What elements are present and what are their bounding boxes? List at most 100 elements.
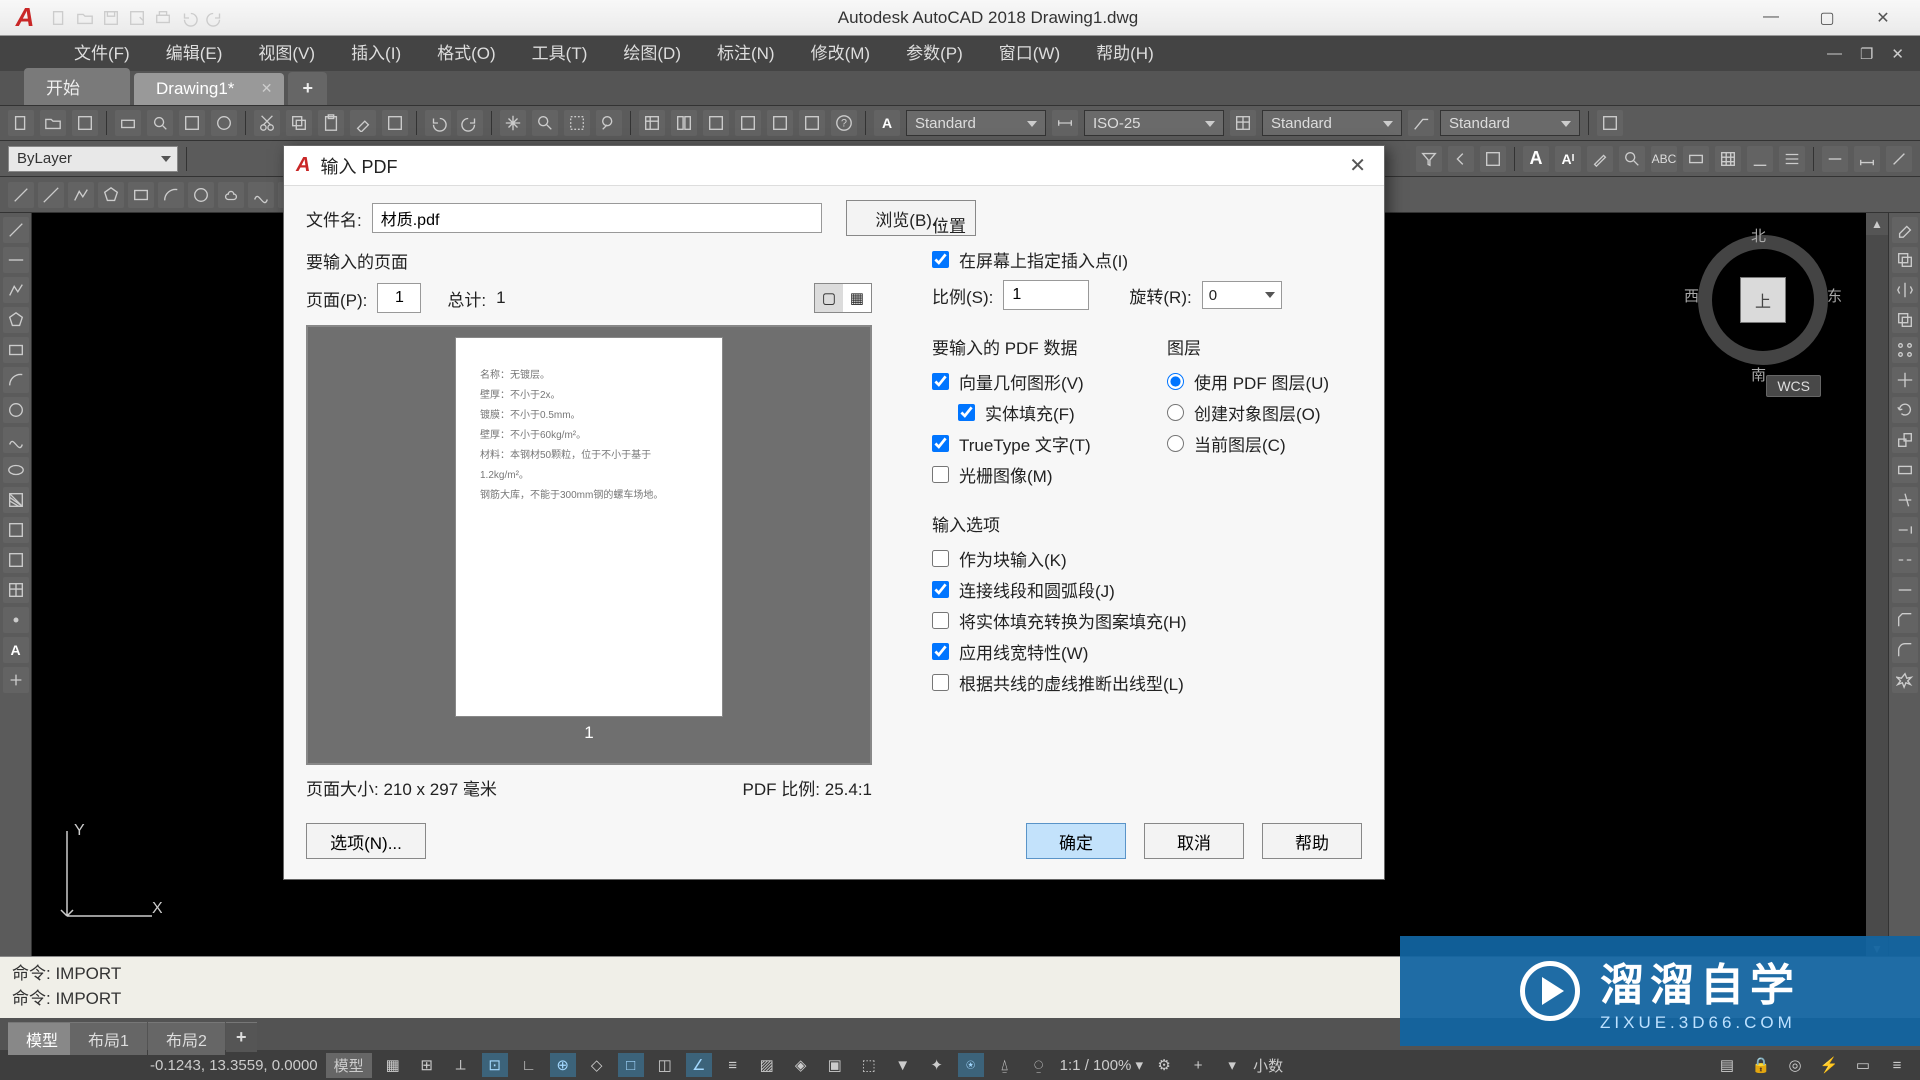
redo2-icon[interactable] <box>457 110 483 136</box>
mdi-minimize[interactable]: — <box>1823 45 1846 63</box>
sheetset-icon[interactable] <box>735 110 761 136</box>
grid-toggle-icon[interactable]: ▦ <box>380 1053 406 1077</box>
table-style-combo[interactable]: Standard <box>1262 110 1402 136</box>
array-icon[interactable] <box>1892 337 1918 363</box>
iso-icon[interactable]: ◇ <box>584 1053 610 1077</box>
menu-help[interactable]: 帮助(H) <box>1078 36 1172 71</box>
undo-icon[interactable] <box>178 7 200 29</box>
print-icon[interactable] <box>115 110 141 136</box>
point-icon[interactable] <box>3 607 29 633</box>
dim-style-combo[interactable]: ISO-25 <box>1084 110 1224 136</box>
mdi-close[interactable]: ✕ <box>1887 45 1908 63</box>
textscale-icon[interactable] <box>1747 146 1773 172</box>
qnew-icon[interactable] <box>8 110 34 136</box>
maximize-button[interactable]: ▢ <box>1806 8 1848 28</box>
quickcalc-icon[interactable] <box>799 110 825 136</box>
layout-tab-1[interactable]: 布局1 <box>70 1022 147 1055</box>
dimlinear-icon[interactable] <box>1854 146 1880 172</box>
zoom-prev-icon[interactable] <box>596 110 622 136</box>
annoscale-icon[interactable]: ⍟ <box>958 1053 984 1077</box>
as-block-checkbox[interactable] <box>932 550 949 567</box>
lwdisplay-icon[interactable]: ≡ <box>720 1053 746 1077</box>
filter-icon[interactable]: ▼ <box>890 1053 916 1077</box>
gizmo-icon[interactable]: ✦ <box>924 1053 950 1077</box>
arc-tool-icon[interactable] <box>158 182 184 208</box>
rotate-icon[interactable] <box>1892 397 1918 423</box>
annovisibility-icon[interactable]: ⍙ <box>992 1053 1018 1077</box>
line-tool-icon[interactable] <box>8 182 34 208</box>
selcycle-icon[interactable]: ◈ <box>788 1053 814 1077</box>
layer-combo[interactable]: ByLayer <box>8 146 178 172</box>
dialog-close-icon[interactable]: ✕ <box>1343 153 1372 178</box>
open2-icon[interactable] <box>40 110 66 136</box>
move-icon[interactable] <box>1892 367 1918 393</box>
trim-icon[interactable] <box>1892 487 1918 513</box>
edtext-icon[interactable] <box>1587 146 1613 172</box>
spline2-icon[interactable] <box>3 427 29 453</box>
plot-icon[interactable] <box>152 7 174 29</box>
blockeditor-icon[interactable] <box>382 110 408 136</box>
copy-icon[interactable] <box>286 110 312 136</box>
scroll-up-icon[interactable]: ▲ <box>1866 213 1888 235</box>
help-button[interactable]: 帮助 <box>1262 823 1362 859</box>
create-obj-layers-radio[interactable] <box>1167 404 1184 421</box>
xline-tool-icon[interactable] <box>38 182 64 208</box>
scroll-thumb[interactable] <box>1866 235 1888 938</box>
menu-tools[interactable]: 工具(T) <box>514 36 606 71</box>
transparency-icon[interactable]: ▨ <box>754 1053 780 1077</box>
dialog-titlebar[interactable]: A 输入 PDF ✕ <box>284 146 1384 186</box>
hatch-checkbox[interactable] <box>932 612 949 629</box>
spell-icon[interactable]: ABC <box>1651 146 1677 172</box>
status-mode[interactable]: 模型 <box>326 1053 372 1078</box>
cleanscreen-icon[interactable]: ▭ <box>1850 1053 1876 1077</box>
find-icon[interactable] <box>1619 146 1645 172</box>
close-button[interactable]: ✕ <box>1862 8 1904 28</box>
open-icon[interactable] <box>74 7 96 29</box>
units-icon[interactable]: ▾ <box>1219 1053 1245 1077</box>
current-layer-radio[interactable] <box>1167 435 1184 452</box>
dcenter-icon[interactable] <box>671 110 697 136</box>
break-icon[interactable] <box>1892 547 1918 573</box>
tab-new[interactable]: + <box>288 72 327 105</box>
viewcube-west[interactable]: 西 <box>1684 285 1699 306</box>
chamfer-icon[interactable] <box>1892 607 1918 633</box>
polar-icon[interactable]: ⊕ <box>550 1053 576 1077</box>
mtext-icon[interactable]: A <box>1523 146 1549 172</box>
truetype-checkbox[interactable] <box>932 435 949 452</box>
line-icon[interactable] <box>3 217 29 243</box>
pan-icon[interactable] <box>500 110 526 136</box>
mirror-icon[interactable] <box>1892 277 1918 303</box>
region-icon[interactable] <box>3 547 29 573</box>
layer-filter-icon[interactable] <box>1416 146 1442 172</box>
pline-tool-icon[interactable] <box>68 182 94 208</box>
viewcube-face[interactable]: 上 <box>1740 277 1786 323</box>
options-button[interactable]: 选项(N)... <box>306 823 426 859</box>
tab-close-icon[interactable]: ✕ <box>261 80 273 97</box>
dimension-icon[interactable] <box>1822 146 1848 172</box>
justify-icon[interactable] <box>1779 146 1805 172</box>
mdi-restore[interactable]: ❐ <box>1856 45 1877 63</box>
layout-tab-2[interactable]: 布局2 <box>148 1022 225 1055</box>
hatch-icon[interactable] <box>3 487 29 513</box>
zoom-realtime-icon[interactable] <box>532 110 558 136</box>
viewcube-south[interactable]: 南 <box>1751 364 1766 385</box>
pline2-icon[interactable] <box>3 277 29 303</box>
menu-format[interactable]: 格式(O) <box>419 36 514 71</box>
annomonitor-icon[interactable]: + <box>1185 1053 1211 1077</box>
isolate-icon[interactable]: ◎ <box>1782 1053 1808 1077</box>
lockui-icon[interactable]: 🔒 <box>1748 1053 1774 1077</box>
circle2-icon[interactable] <box>3 397 29 423</box>
layout-tab-model[interactable]: 模型 <box>8 1022 76 1055</box>
file-input[interactable] <box>372 203 822 233</box>
tab-drawing1[interactable]: Drawing1*✕ <box>134 73 284 105</box>
scale-input[interactable] <box>1003 280 1089 310</box>
menu-file[interactable]: 文件(F) <box>56 36 148 71</box>
ok-button[interactable]: 确定 <box>1026 823 1126 859</box>
matchprop-icon[interactable] <box>350 110 376 136</box>
rotate-combo[interactable]: 0 <box>1202 281 1282 309</box>
arc2-icon[interactable] <box>3 367 29 393</box>
erase-icon[interactable] <box>1892 217 1918 243</box>
3ddwf-icon[interactable] <box>211 110 237 136</box>
minimize-button[interactable]: — <box>1750 8 1792 28</box>
view-cube[interactable]: 上 北 南 西 东 <box>1688 225 1838 375</box>
